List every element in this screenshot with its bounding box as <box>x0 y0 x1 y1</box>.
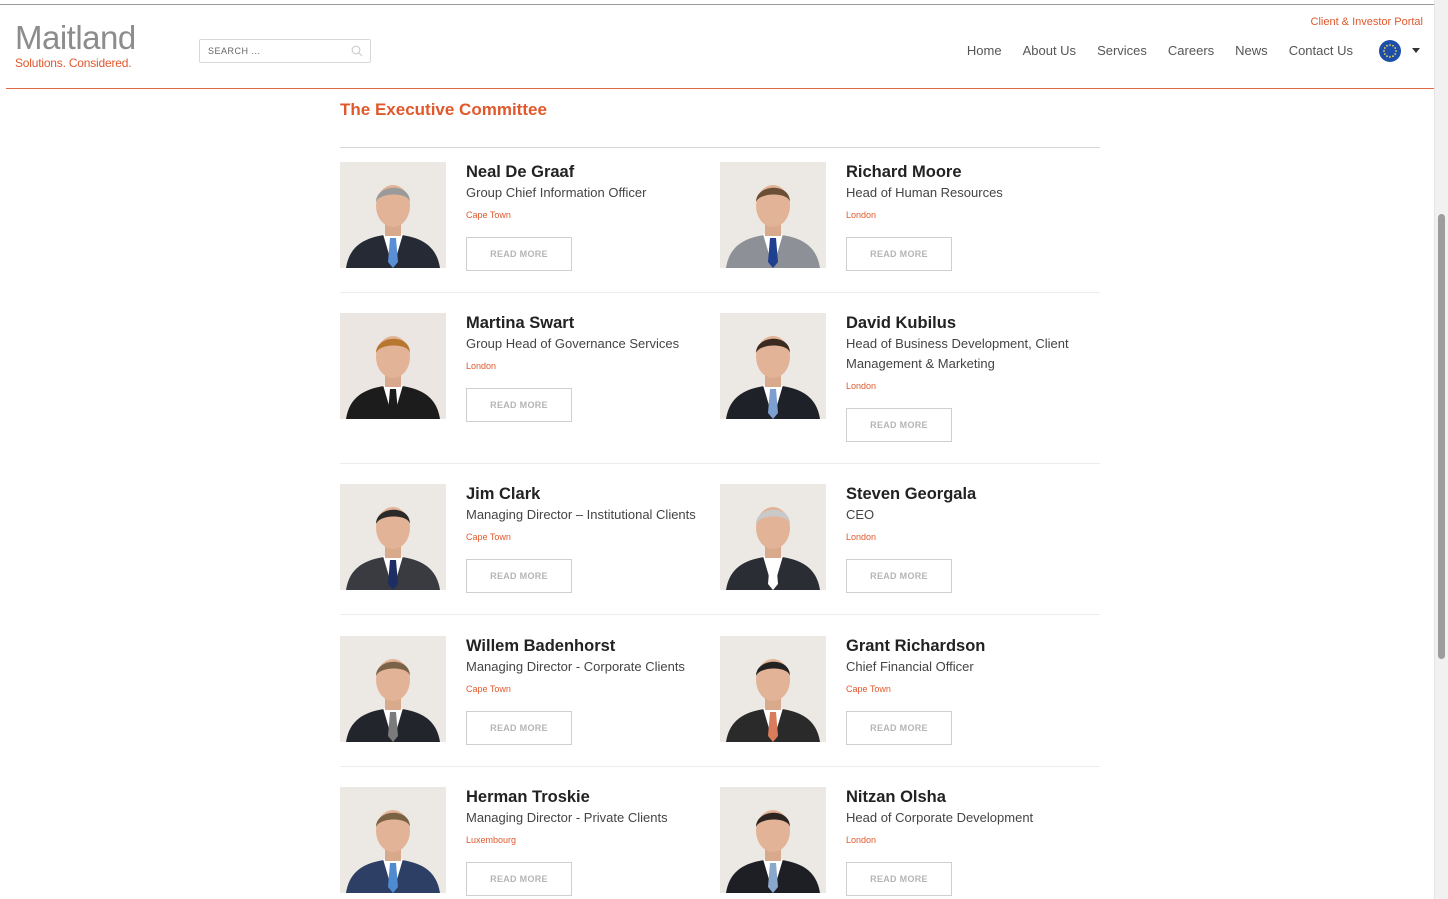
executive-role: CEO <box>846 507 875 522</box>
executive-location: Cape Town <box>466 684 511 694</box>
executive-photo[interactable] <box>720 636 826 742</box>
executive-name[interactable]: Richard Moore <box>846 162 1096 182</box>
executive-card: Martina Swart Group Head of Governance Se… <box>340 313 720 433</box>
executive-name[interactable]: Martina Swart <box>466 313 716 333</box>
executive-card: Grant Richardson Chief Financial Officer C… <box>720 636 1100 756</box>
executive-card: Steven Georgala CEO London READ MORE <box>720 484 1100 604</box>
executive-role: Managing Director - Private Clients <box>466 810 668 825</box>
executive-info: Nitzan Olsha Head of Corporate Developmen… <box>846 787 1096 896</box>
read-more-button[interactable]: READ MORE <box>466 388 572 422</box>
executive-name[interactable]: Nitzan Olsha <box>846 787 1096 807</box>
nav-about-us[interactable]: About Us <box>1023 43 1076 58</box>
executive-info: Martina Swart Group Head of Governance Se… <box>466 313 716 422</box>
executive-name[interactable]: Herman Troskie <box>466 787 716 807</box>
executive-info: David Kubilus Head of Business Developmen… <box>846 313 1096 442</box>
executive-name[interactable]: Neal De Graaf <box>466 162 716 182</box>
executive-role: Chief Financial Officer <box>846 659 974 674</box>
executive-photo[interactable] <box>720 162 826 268</box>
executive-location: Luxembourg <box>466 835 517 845</box>
search-box <box>199 39 371 63</box>
executive-photo[interactable] <box>720 787 826 893</box>
executive-role: Head of Business Development, Client Man… <box>846 336 1069 371</box>
row-divider <box>340 614 1100 615</box>
executive-card: Willem Badenhorst Managing Director - Cor… <box>340 636 720 756</box>
executive-info: Neal De Graaf Group Chief Information Off… <box>466 162 716 271</box>
read-more-button[interactable]: READ MORE <box>466 237 572 271</box>
executive-card: Jim Clark Managing Director – Institution… <box>340 484 720 604</box>
main-nav: Home About Us Services Careers News Cont… <box>946 43 1353 58</box>
nav-careers[interactable]: Careers <box>1168 43 1214 58</box>
nav-home[interactable]: Home <box>967 43 1002 58</box>
executive-location: London <box>846 532 877 542</box>
executive-photo[interactable] <box>720 313 826 419</box>
executive-info: Steven Georgala CEO London READ MORE <box>846 484 1096 593</box>
read-more-button[interactable]: READ MORE <box>846 711 952 745</box>
executive-location: London <box>846 210 877 220</box>
executive-info: Grant Richardson Chief Financial Officer C… <box>846 636 1096 745</box>
read-more-button[interactable]: READ MORE <box>846 862 952 896</box>
executive-card: Richard Moore Head of Human Resources Lond… <box>720 162 1100 282</box>
executive-role: Managing Director – Institutional Client… <box>466 507 696 522</box>
executive-role: Managing Director - Corporate Clients <box>466 659 685 674</box>
executive-info: Willem Badenhorst Managing Director - Cor… <box>466 636 716 745</box>
read-more-button[interactable]: READ MORE <box>466 862 572 896</box>
executive-name[interactable]: Willem Badenhorst <box>466 636 716 656</box>
executive-photo[interactable] <box>340 162 446 268</box>
executive-card: Neal De Graaf Group Chief Information Off… <box>340 162 720 282</box>
nav-contact-us[interactable]: Contact Us <box>1289 43 1353 58</box>
nav-news[interactable]: News <box>1235 43 1268 58</box>
executive-location: London <box>846 835 877 845</box>
executive-card: Herman Troskie Managing Director - Privat… <box>340 787 720 899</box>
executive-name[interactable]: Steven Georgala <box>846 484 1096 504</box>
executive-role: Group Chief Information Officer <box>466 185 647 200</box>
title-divider <box>340 147 1100 148</box>
executive-photo[interactable] <box>340 484 446 590</box>
chevron-down-icon[interactable] <box>1412 48 1420 53</box>
client-investor-portal-link[interactable]: Client & Investor Portal <box>1311 16 1424 28</box>
executive-role: Head of Human Resources <box>846 185 1003 200</box>
logo-wordmark: Maitland <box>15 19 136 56</box>
page-scrollbar[interactable] <box>1434 0 1448 899</box>
eu-stars-icon <box>1383 44 1397 58</box>
executive-photo[interactable] <box>340 787 446 893</box>
executive-location: Cape Town <box>466 210 511 220</box>
executive-card: David Kubilus Head of Business Developmen… <box>720 313 1100 442</box>
read-more-button[interactable]: READ MORE <box>846 237 952 271</box>
read-more-button[interactable]: READ MORE <box>466 559 572 593</box>
page-title: The Executive Committee <box>340 100 547 119</box>
row-divider <box>340 766 1100 767</box>
executive-photo[interactable] <box>340 313 446 419</box>
executive-location: London <box>846 381 877 391</box>
read-more-button[interactable]: READ MORE <box>846 408 952 442</box>
executive-photo[interactable] <box>340 636 446 742</box>
executive-name[interactable]: Jim Clark <box>466 484 716 504</box>
executive-info: Richard Moore Head of Human Resources Lond… <box>846 162 1096 271</box>
executive-location: Cape Town <box>846 684 891 694</box>
row-divider <box>340 292 1100 293</box>
row-divider <box>340 463 1100 464</box>
executive-name[interactable]: David Kubilus <box>846 313 1096 333</box>
site-header: Maitland Solutions. Considered. Client &… <box>6 5 1434 89</box>
executive-role: Group Head of Governance Services <box>466 336 680 351</box>
executive-info: Herman Troskie Managing Director - Privat… <box>466 787 716 896</box>
executive-location: Cape Town <box>466 532 511 542</box>
maitland-logo[interactable]: Maitland Solutions. Considered. <box>15 19 136 71</box>
executive-card: Nitzan Olsha Head of Corporate Developmen… <box>720 787 1100 899</box>
executive-name[interactable]: Grant Richardson <box>846 636 1096 656</box>
region-globe-icon[interactable] <box>1379 40 1401 62</box>
read-more-button[interactable]: READ MORE <box>846 559 952 593</box>
logo-tagline: Solutions. Considered. <box>15 56 132 70</box>
read-more-button[interactable]: READ MORE <box>466 711 572 745</box>
executive-location: London <box>466 361 497 371</box>
executive-info: Jim Clark Managing Director – Institution… <box>466 484 716 593</box>
search-input[interactable] <box>200 40 345 62</box>
nav-services[interactable]: Services <box>1097 43 1147 58</box>
executive-photo[interactable] <box>720 484 826 590</box>
executive-role: Head of Corporate Development <box>846 810 1034 825</box>
search-icon[interactable] <box>351 45 363 57</box>
scrollbar-thumb[interactable] <box>1438 214 1445 659</box>
